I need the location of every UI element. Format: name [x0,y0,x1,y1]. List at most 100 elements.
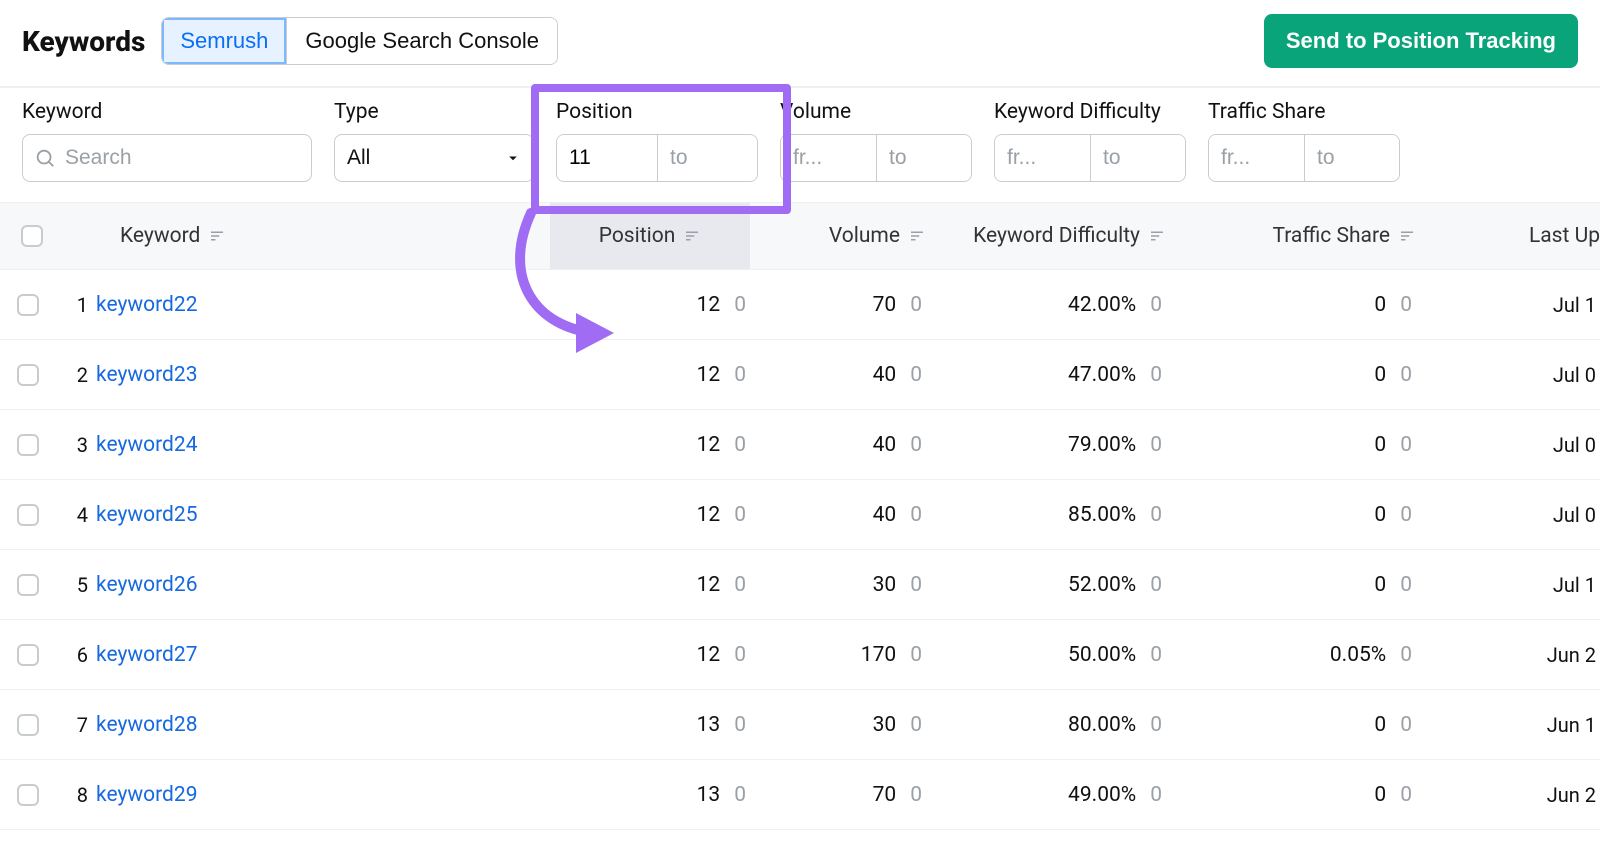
updated-value: Jun 2 [1547,643,1596,667]
row-checkbox[interactable] [17,434,39,456]
select-all-checkbox[interactable] [21,225,43,247]
row-checkbox[interactable] [17,504,39,526]
row-index: 8 [56,783,96,807]
volume-to-input[interactable] [876,135,971,181]
filters-row: Keyword Type All Position Volume Keyword… [0,88,1600,202]
keyword-link[interactable]: keyword24 [96,433,198,457]
kd-value: 80.00% [1068,713,1136,737]
table-row: 3keyword2412040079.00%000Jul 0 [0,410,1600,480]
send-to-position-tracking-button[interactable]: Send to Position Tracking [1264,14,1578,68]
traffic-from-input[interactable] [1209,135,1304,181]
traffic-value: 0 [1374,363,1386,387]
col-updated[interactable]: Last Up [1420,224,1600,248]
col-keyword[interactable]: Keyword [100,224,550,248]
keyword-link[interactable]: keyword27 [96,643,198,667]
row-index: 7 [56,713,96,737]
sort-icon [1398,227,1416,245]
table-row: 6keyword27120170050.00%00.05%0Jun 2 [0,620,1600,690]
traffic-delta: 0 [1400,293,1412,317]
col-position[interactable]: Position [550,203,750,269]
kd-from-input[interactable] [995,135,1090,181]
traffic-delta: 0 [1400,713,1412,737]
keyword-link[interactable]: keyword22 [96,293,198,317]
page-title: Keywords [22,25,145,58]
position-value: 12 [697,433,721,457]
filter-type-label: Type [334,100,534,124]
kd-delta: 0 [1150,503,1162,527]
traffic-delta: 0 [1400,573,1412,597]
col-kd-label: Keyword Difficulty [973,224,1140,248]
volume-value: 40 [873,363,897,387]
volume-delta: 0 [910,713,922,737]
filter-keyword-label: Keyword [22,100,312,124]
volume-delta: 0 [910,433,922,457]
table-header: Keyword Position Volume Keyword Difficul… [0,202,1600,270]
traffic-delta: 0 [1400,433,1412,457]
table-row: 4keyword2512040085.00%000Jul 0 [0,480,1600,550]
keyword-link[interactable]: keyword23 [96,363,198,387]
row-checkbox[interactable] [17,574,39,596]
volume-delta: 0 [910,503,922,527]
col-volume[interactable]: Volume [750,224,930,248]
table-row: 2keyword2312040047.00%000Jul 0 [0,340,1600,410]
row-checkbox[interactable] [17,784,39,806]
position-to-input[interactable] [657,135,757,181]
volume-value: 70 [873,783,897,807]
row-checkbox[interactable] [17,364,39,386]
position-delta: 0 [734,783,746,807]
chevron-down-icon [504,149,522,167]
traffic-to-input[interactable] [1304,135,1399,181]
kd-delta: 0 [1150,433,1162,457]
kd-delta: 0 [1150,713,1162,737]
position-delta: 0 [734,643,746,667]
position-value: 12 [697,363,721,387]
filter-position-label: Position [556,100,758,124]
position-delta: 0 [734,433,746,457]
traffic-value: 0 [1374,783,1386,807]
row-index: 6 [56,643,96,667]
keyword-link[interactable]: keyword26 [96,573,198,597]
volume-value: 40 [873,433,897,457]
filter-volume: Volume [780,100,972,182]
position-delta: 0 [734,713,746,737]
position-delta: 0 [734,573,746,597]
header-bar: Keywords Semrush Google Search Console S… [0,0,1600,88]
tab-gsc[interactable]: Google Search Console [286,18,557,64]
updated-value: Jun 1 [1547,713,1596,737]
row-checkbox[interactable] [17,714,39,736]
updated-value: Jul 0 [1553,433,1596,457]
traffic-value: 0.05% [1330,643,1386,667]
row-checkbox[interactable] [17,644,39,666]
col-updated-label: Last Up [1529,224,1600,248]
keyword-search-input[interactable] [22,134,312,182]
position-from-input[interactable] [557,135,657,181]
tab-semrush[interactable]: Semrush [162,18,286,64]
kd-to-input[interactable] [1090,135,1185,181]
updated-value: Jul 1 [1553,293,1596,317]
kd-delta: 0 [1150,293,1162,317]
position-value: 12 [697,503,721,527]
col-kd[interactable]: Keyword Difficulty [930,224,1170,248]
table-row: 8keyword2913070049.00%000Jun 2 [0,760,1600,830]
volume-delta: 0 [910,643,922,667]
position-value: 12 [697,573,721,597]
col-keyword-label: Keyword [120,224,200,248]
volume-delta: 0 [910,573,922,597]
kd-value: 52.00% [1068,573,1136,597]
traffic-delta: 0 [1400,643,1412,667]
filter-traffic: Traffic Share [1208,100,1400,182]
row-index: 2 [56,363,96,387]
table-row: 7keyword2813030080.00%000Jun 1 [0,690,1600,760]
traffic-value: 0 [1374,573,1386,597]
volume-from-input[interactable] [781,135,876,181]
row-checkbox[interactable] [17,294,39,316]
keyword-link[interactable]: keyword28 [96,713,198,737]
position-delta: 0 [734,363,746,387]
volume-value: 30 [873,713,897,737]
kd-delta: 0 [1150,643,1162,667]
row-index: 3 [56,433,96,457]
col-traffic[interactable]: Traffic Share [1170,224,1420,248]
keyword-link[interactable]: keyword25 [96,503,198,527]
col-traffic-label: Traffic Share [1272,224,1390,248]
keyword-link[interactable]: keyword29 [96,783,198,807]
